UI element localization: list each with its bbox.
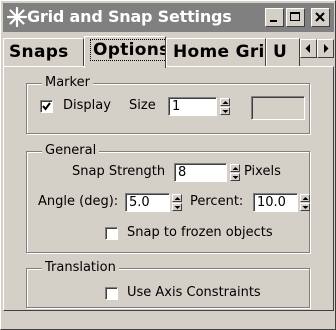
asterisk-icon — [6, 6, 28, 28]
tab-snaps[interactable]: Snaps — [3, 38, 84, 66]
arrow-down-icon — [232, 176, 239, 179]
tab-scroll-right-button[interactable] — [317, 39, 334, 58]
arrow-up-icon — [232, 167, 239, 170]
snap-frozen-label: Snap to frozen objects — [127, 225, 273, 240]
minimize-icon — [270, 20, 277, 22]
arrow-down-icon — [302, 206, 309, 209]
marker-group-title: Marker — [42, 75, 93, 90]
scroll-left-icon — [305, 44, 310, 53]
snap-strength-spinner[interactable] — [230, 164, 240, 181]
title-bar[interactable]: Grid and Snap Settings — [3, 3, 334, 32]
size-spinner[interactable] — [220, 98, 230, 115]
angle-label: Angle (deg): — [38, 194, 119, 209]
tab-home-grid[interactable]: Home Grid — [166, 38, 266, 66]
translation-group-title: Translation — [42, 260, 119, 275]
arrow-down-icon — [222, 110, 229, 113]
axis-constraints-label: Use Axis Constraints — [127, 285, 261, 300]
angle-input[interactable]: 5.0 — [125, 193, 170, 212]
spin-up-button[interactable] — [172, 194, 182, 202]
tab-label: Options — [90, 39, 165, 61]
tab-user-grid[interactable]: U — [266, 38, 300, 66]
spin-down-button[interactable] — [230, 173, 240, 181]
close-button[interactable] — [311, 8, 330, 27]
axis-constraints-checkbox[interactable] — [105, 287, 118, 300]
maximize-button[interactable] — [286, 8, 305, 27]
spin-up-button[interactable] — [230, 164, 240, 172]
arrow-up-icon — [222, 101, 229, 104]
spin-down-button[interactable] — [172, 203, 182, 211]
size-input[interactable]: 1 — [168, 97, 217, 116]
dialog-window: Grid and Snap Settings Snaps Options Hom… — [0, 0, 336, 330]
arrow-down-icon — [174, 206, 181, 209]
snap-strength-label: Snap Strength — [72, 164, 166, 179]
arrow-up-icon — [302, 197, 309, 200]
spin-down-button[interactable] — [220, 107, 230, 115]
tab-label: Home Grid — [173, 42, 265, 62]
tab-options[interactable]: Options — [84, 36, 166, 68]
size-label: Size — [129, 98, 156, 113]
window-title: Grid and Snap Settings — [27, 7, 232, 26]
checkmark-icon — [42, 102, 51, 111]
scroll-right-icon — [324, 44, 329, 53]
close-icon — [315, 12, 325, 22]
tab-label: U — [273, 42, 288, 62]
minimize-button[interactable] — [265, 8, 284, 27]
percent-input[interactable]: 10.0 — [253, 193, 298, 212]
tab-scroll-left-button[interactable] — [300, 39, 317, 58]
maximize-icon — [290, 12, 300, 21]
marker-color-swatch[interactable] — [251, 96, 305, 120]
general-group-title: General — [42, 143, 100, 158]
snap-frozen-checkbox[interactable] — [105, 227, 118, 240]
snap-strength-unit: Pixels — [244, 164, 281, 179]
tab-label: Snaps — [9, 42, 69, 62]
spin-up-button[interactable] — [220, 98, 230, 106]
spin-up-button[interactable] — [300, 194, 310, 202]
angle-spinner[interactable] — [172, 194, 182, 211]
arrow-up-icon — [174, 197, 181, 200]
spin-down-button[interactable] — [300, 203, 310, 211]
display-label: Display — [63, 98, 111, 113]
display-checkbox[interactable] — [40, 100, 53, 113]
snap-strength-input[interactable]: 8 — [174, 163, 227, 182]
percent-label: Percent: — [190, 194, 244, 209]
percent-spinner[interactable] — [300, 194, 310, 211]
